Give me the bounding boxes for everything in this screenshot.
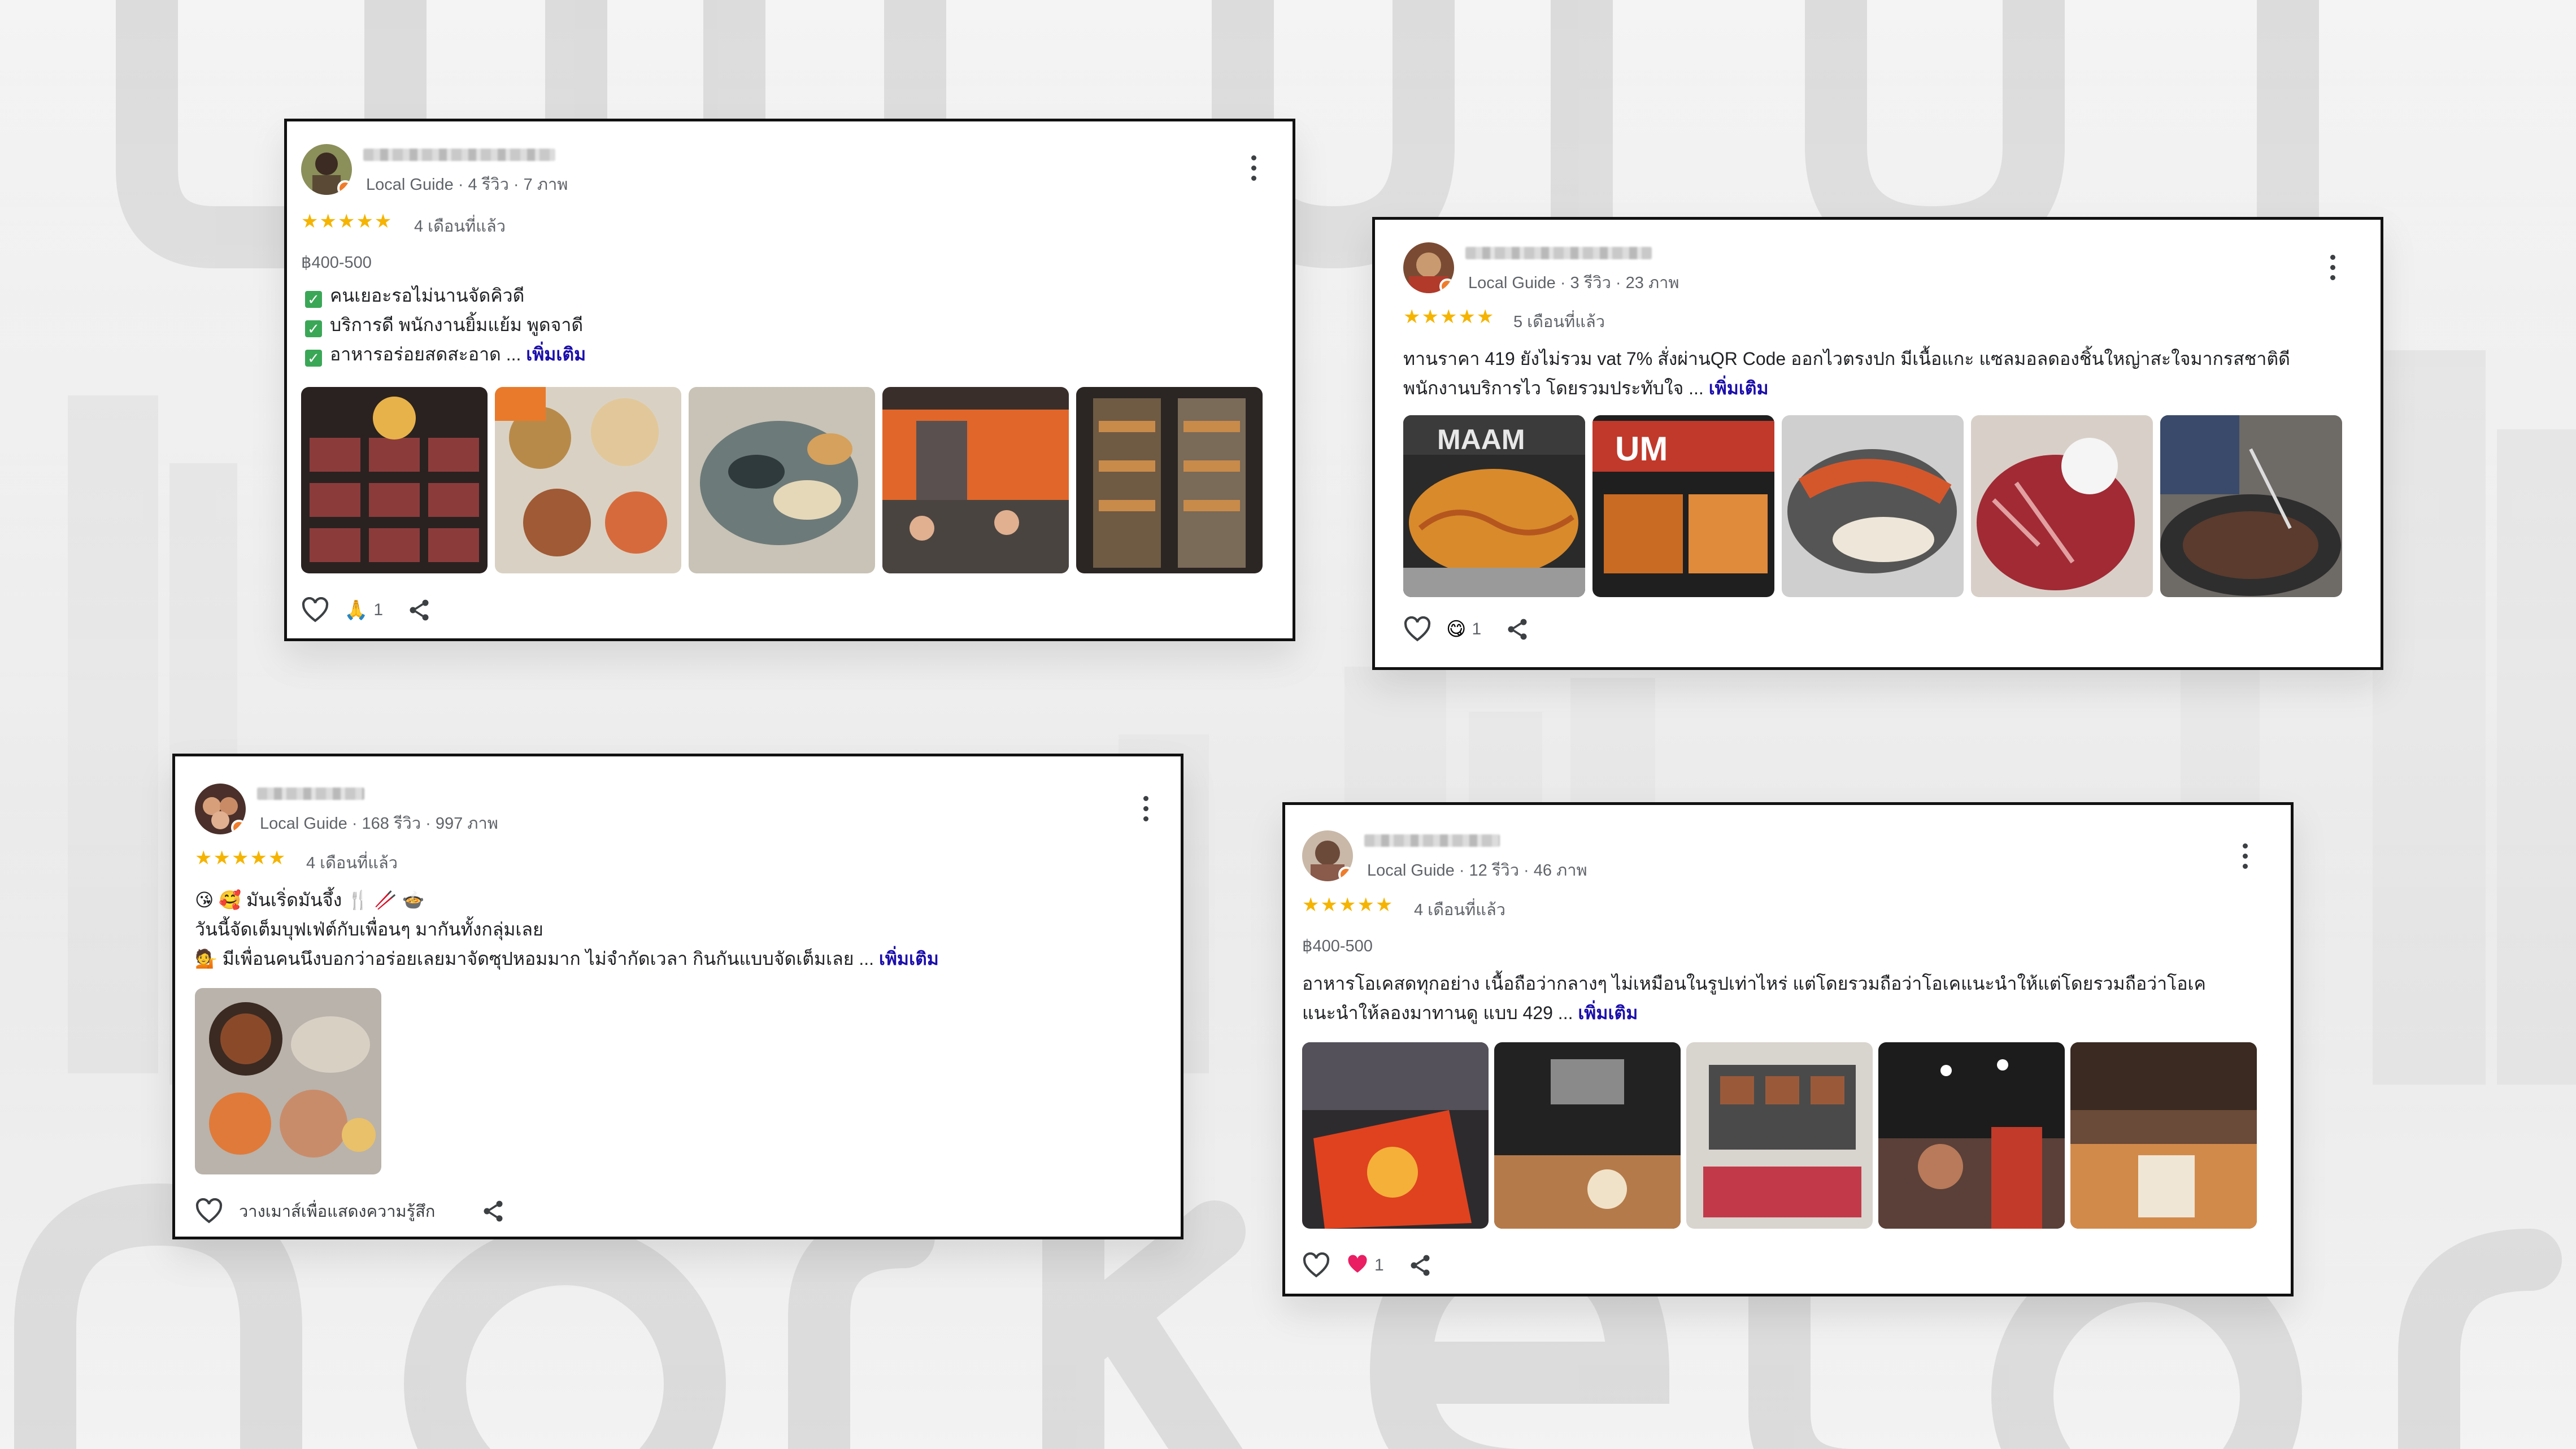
avatar[interactable]: [1403, 242, 1454, 293]
review-time: 4 เดือนที่แล้ว: [1414, 901, 1506, 919]
price-range: ฿400-500: [1302, 937, 1373, 955]
review-text: แนะนำให้ลองมาทานดู แบบ 429 ... เพิ่มเติม: [1302, 1003, 1638, 1023]
rating-stars: ★★★★★: [1403, 306, 1495, 328]
review-card: Local Guide · 168 รีวิว · 997 ภาพ ★★★★★ …: [172, 754, 1183, 1239]
review-card: Local Guide · 4 รีวิว · 7 ภาพ ★★★★★ 4 เด…: [284, 119, 1295, 641]
review-photo[interactable]: [1878, 1042, 2065, 1229]
avatar[interactable]: [195, 784, 246, 834]
more-vert-icon[interactable]: [1250, 155, 1257, 181]
check-item: ✓ บริการดี พนักงานยิ้มแย้ม พูดจาดี: [305, 310, 583, 340]
review-time: 4 เดือนที่แล้ว: [306, 854, 398, 872]
review-photo[interactable]: [1494, 1042, 1681, 1229]
rating-stars: ★★★★★: [195, 847, 287, 869]
review-actions: 1: [1302, 1251, 1433, 1280]
emoji-icon: 🍴 🥢 🍲: [347, 890, 425, 910]
review-photo[interactable]: [495, 387, 681, 573]
reviewer-name[interactable]: [1465, 247, 1652, 259]
reviewer-meta: Local Guide · 4 รีวิว · 7 ภาพ: [366, 176, 568, 194]
avatar[interactable]: [301, 144, 352, 195]
read-more-link[interactable]: เพิ่มเติม: [526, 344, 586, 364]
emoji-icon: 💁: [195, 948, 217, 969]
review-time: 4 เดือนที่แล้ว: [414, 217, 506, 236]
review-text: 😘 🥰 มันเริ่ดมันจึ้ง 🍴 🥢 🍲: [195, 890, 425, 910]
heart-icon[interactable]: [1403, 616, 1431, 642]
review-photo[interactable]: [1686, 1042, 1873, 1229]
check-icon: ✓: [305, 350, 322, 367]
react-hint[interactable]: วางเมาส์เพื่อแสดงความรู้สึก: [239, 1198, 436, 1224]
check-item: ✓ คนเยอะรอไม่นานจัดคิวดี: [305, 281, 524, 310]
share-icon[interactable]: [1408, 1253, 1433, 1278]
review-actions: 🙏 1: [301, 596, 432, 624]
review-card: Local Guide · 12 รีวิว · 46 ภาพ ★★★★★ 4 …: [1282, 802, 2294, 1296]
emoji-icon: 😘 🥰: [195, 890, 242, 910]
review-photo[interactable]: [882, 387, 1069, 573]
share-icon[interactable]: [1505, 617, 1530, 642]
share-icon[interactable]: [407, 598, 432, 623]
rating-stars: ★★★★★: [1302, 894, 1394, 916]
more-vert-icon[interactable]: [2329, 255, 2336, 281]
review-photo[interactable]: [1971, 415, 2153, 597]
more-vert-icon[interactable]: [2242, 843, 2248, 869]
review-photo[interactable]: MAAM: [1403, 415, 1585, 597]
share-icon[interactable]: [481, 1199, 506, 1224]
review-photo[interactable]: [2070, 1042, 2257, 1229]
reaction-count: 1: [1374, 1256, 1384, 1274]
svg-text:MAAM: MAAM: [1437, 424, 1525, 455]
reaction-heart-icon: [1346, 1254, 1369, 1277]
reaction-pray-icon: 🙏: [344, 599, 368, 621]
review-photo[interactable]: [1782, 415, 1964, 597]
reviewer-name[interactable]: [363, 149, 555, 161]
heart-icon[interactable]: [1302, 1252, 1330, 1278]
review-card: Local Guide · 3 รีวิว · 23 ภาพ ★★★★★ 5 เ…: [1372, 217, 2383, 670]
review-photo[interactable]: [2160, 415, 2342, 597]
reviewer-meta: Local Guide · 168 รีวิว · 997 ภาพ: [260, 815, 498, 833]
reviewer-meta: Local Guide · 12 รีวิว · 46 ภาพ: [1367, 861, 1587, 880]
check-icon: ✓: [305, 320, 322, 337]
review-text: ทานราคา 419 ยังไม่รวม vat 7% สั่งผ่านQR …: [1403, 349, 2290, 369]
review-photo[interactable]: UM: [1592, 415, 1774, 597]
check-item: ✓ อาหารอร่อยสดสะอาด ... เพิ่มเติม: [305, 340, 586, 369]
reaction-emoji-icon: 😋: [1446, 619, 1467, 640]
heart-icon[interactable]: [301, 597, 329, 623]
reviewer-name[interactable]: [257, 787, 364, 800]
avatar[interactable]: [1302, 830, 1353, 881]
review-photo[interactable]: [195, 988, 381, 1174]
reaction-count: 1: [1472, 620, 1482, 638]
heart-icon[interactable]: [195, 1198, 223, 1224]
review-actions: วางเมาส์เพื่อแสดงความรู้สึก: [195, 1197, 506, 1225]
rating-stars: ★★★★★: [301, 211, 393, 232]
reaction-count: 1: [373, 601, 384, 619]
reviewer-meta: Local Guide · 3 รีวิว · 23 ภาพ: [1468, 274, 1679, 292]
read-more-link[interactable]: เพิ่มเติม: [879, 948, 939, 969]
review-time: 5 เดือนที่แล้ว: [1513, 313, 1605, 331]
more-vert-icon[interactable]: [1142, 796, 1149, 822]
svg-text:UM: UM: [1615, 430, 1668, 468]
review-text: วันนี้จัดเต็มบุฟเฟ่ต์กับเพื่อนๆ มากันทั้…: [195, 919, 543, 939]
read-more-link[interactable]: เพิ่มเติม: [1709, 378, 1769, 398]
review-photo[interactable]: [1076, 387, 1263, 573]
review-photo[interactable]: [301, 387, 488, 573]
check-icon: ✓: [305, 291, 322, 308]
review-actions: 😋 1: [1403, 615, 1530, 643]
review-text: พนักงานบริการไว โดยรวมประทับใจ ... เพิ่ม…: [1403, 378, 1769, 398]
review-text: 💁 มีเพื่อนคนนึงบอกว่าอร่อยเลยมาจัดซุปหอม…: [195, 948, 939, 969]
reviewer-name[interactable]: [1364, 834, 1500, 847]
read-more-link[interactable]: เพิ่มเติม: [1578, 1003, 1638, 1023]
review-photo[interactable]: [689, 387, 875, 573]
review-text: อาหารโอเคสดทุกอย่าง เนื้อถือว่ากลางๆ ไม่…: [1302, 973, 2206, 994]
review-photo[interactable]: [1302, 1042, 1489, 1229]
price-range: ฿400-500: [301, 254, 372, 272]
